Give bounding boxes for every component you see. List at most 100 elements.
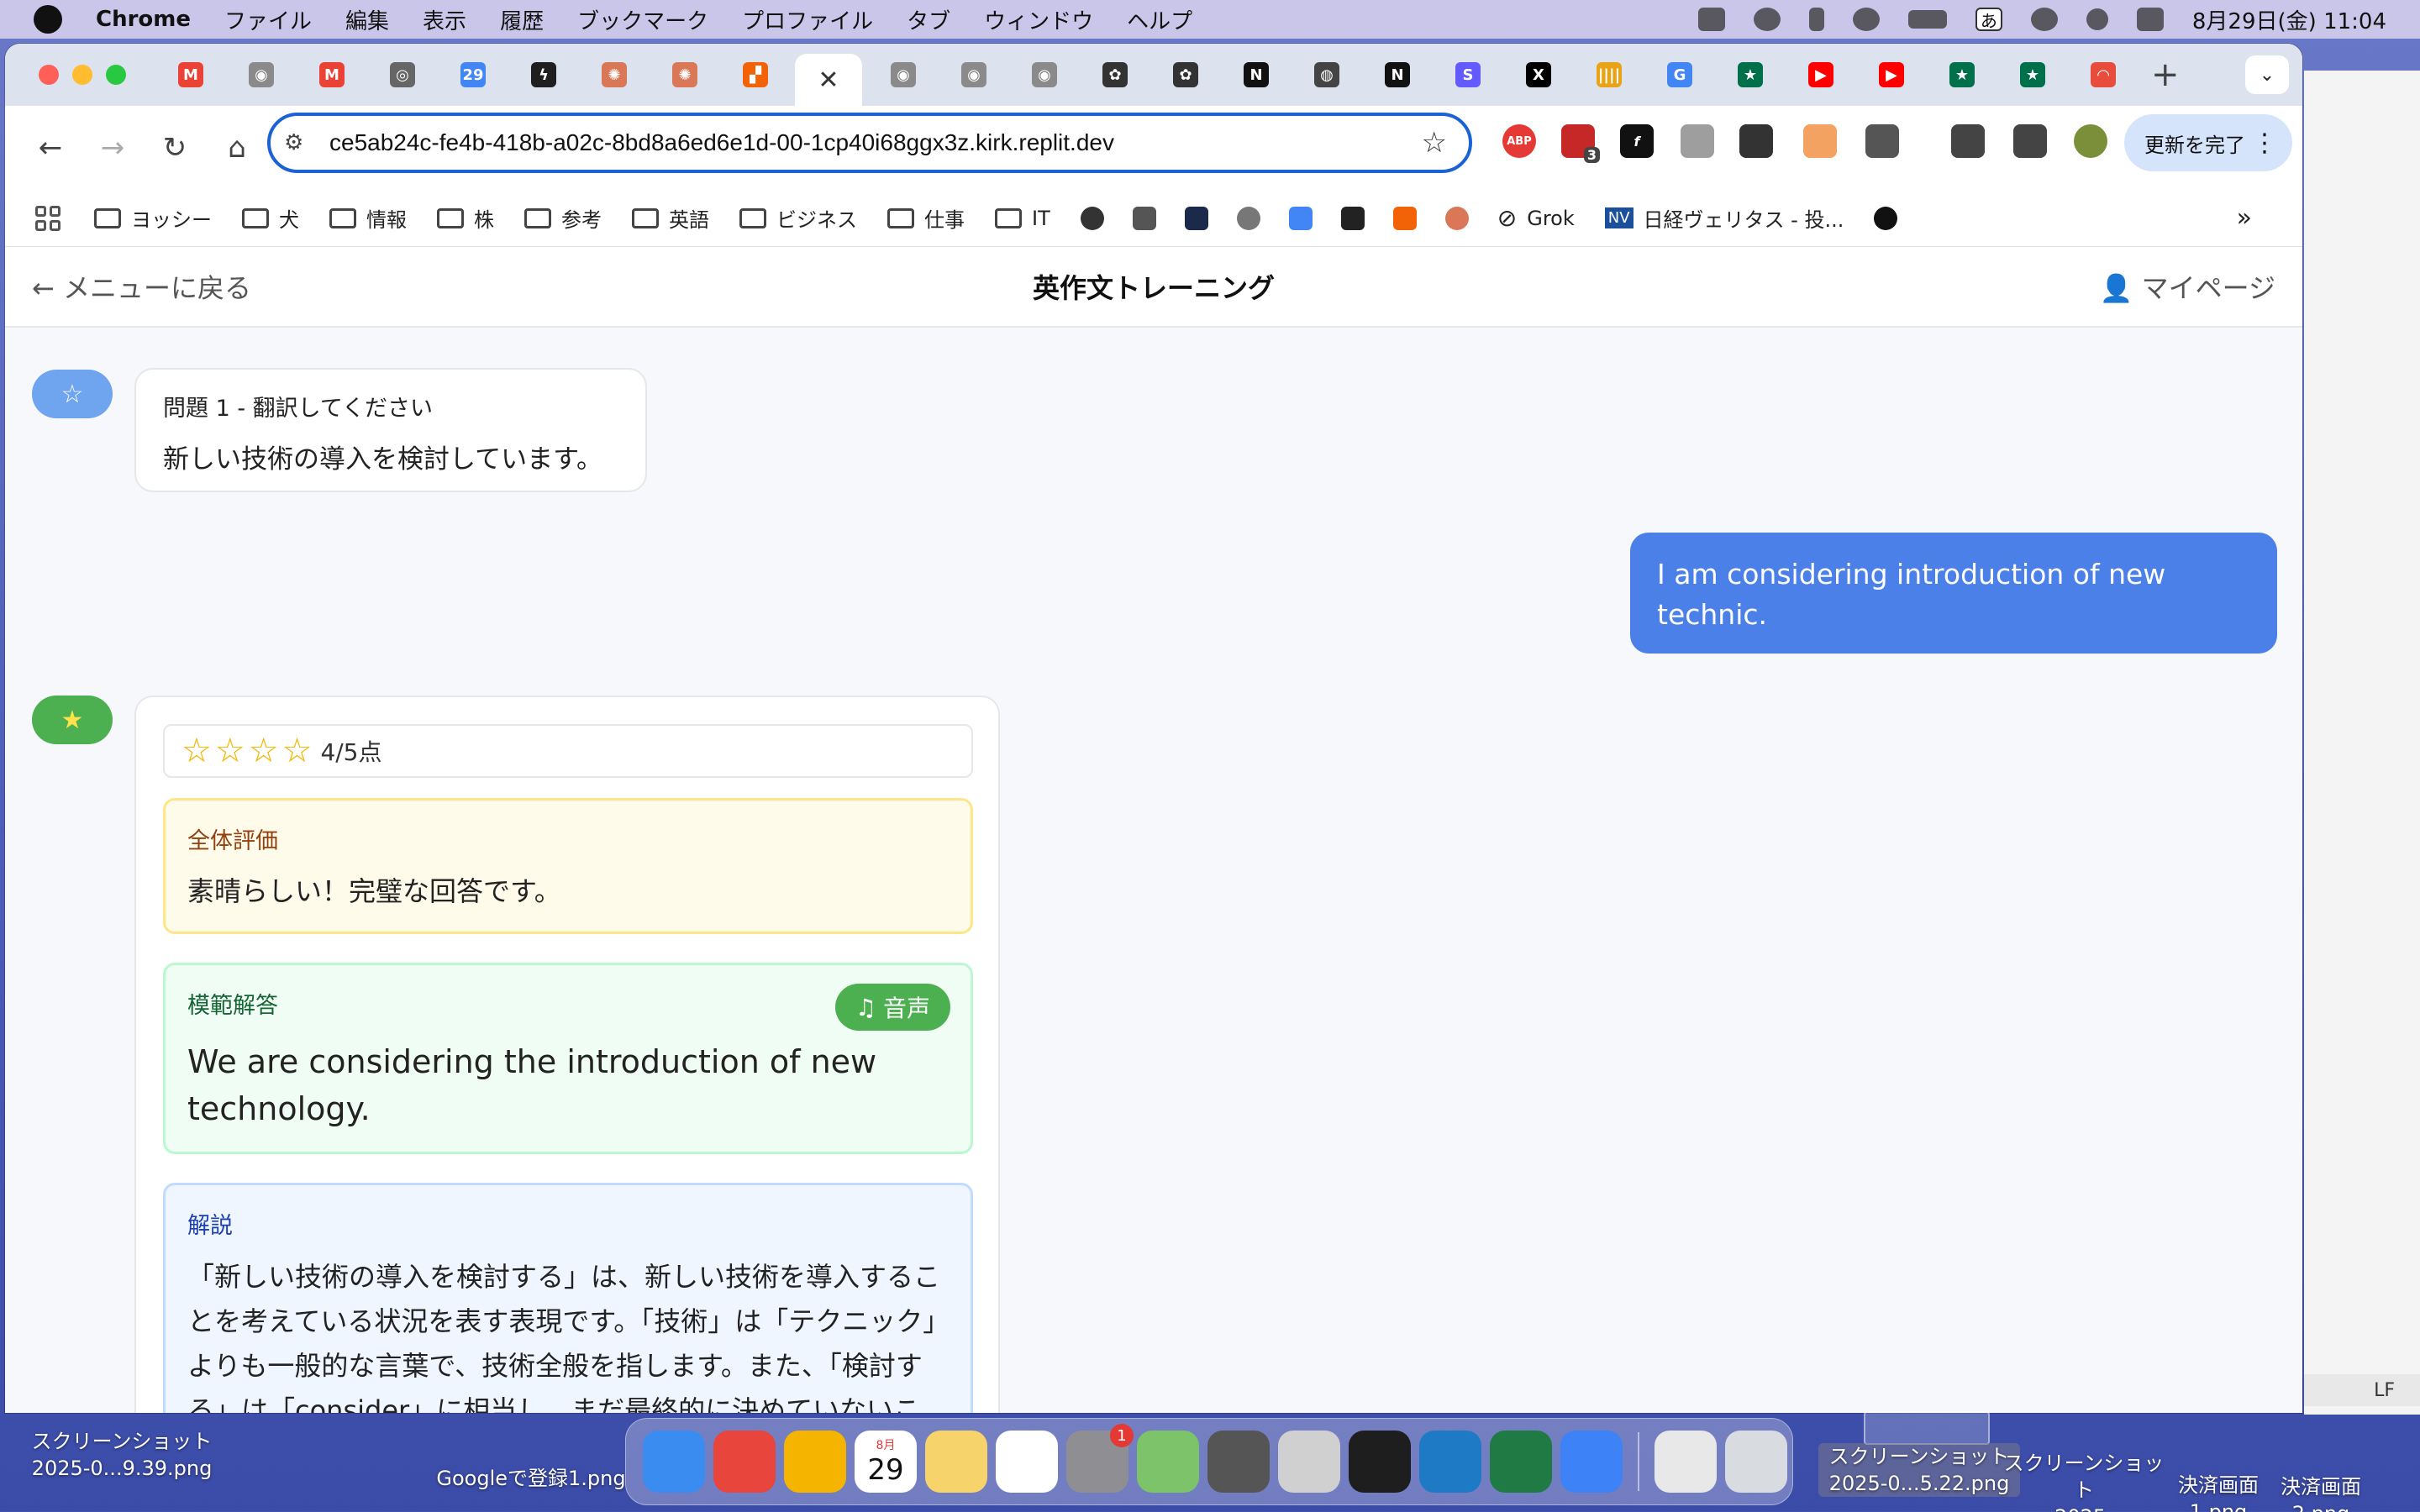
adblock-extension-icon[interactable]: ABP xyxy=(1502,124,1536,158)
audio-play-button[interactable]: ♫ 音声 xyxy=(834,984,950,1031)
replit-icon[interactable]: ▞ xyxy=(743,62,768,87)
gmail-icon[interactable]: M xyxy=(319,62,345,87)
google-icon[interactable]: G xyxy=(1667,62,1692,87)
time-machine-icon[interactable] xyxy=(1852,8,1880,31)
calendar-icon[interactable]: 8月 29 xyxy=(855,1431,917,1493)
wifi-icon[interactable] xyxy=(2030,8,2058,31)
camera-icon[interactable]: ◉ xyxy=(1032,62,1057,87)
close-window-button[interactable] xyxy=(39,65,59,85)
close-tab-icon[interactable]: ✕ xyxy=(818,66,839,95)
menu-app-name[interactable]: Chrome xyxy=(96,7,191,32)
camera-icon[interactable]: ◉ xyxy=(891,62,916,87)
chatgpt-icon[interactable]: ✿ xyxy=(1173,62,1198,87)
input-mode-icon[interactable]: あ xyxy=(1975,8,2002,31)
system-settings-icon[interactable]: 1 xyxy=(1066,1424,1134,1493)
camera-icon[interactable]: ◉ xyxy=(249,62,274,87)
notion-icon[interactable]: N xyxy=(1244,62,1269,87)
replit-bookmark-icon[interactable] xyxy=(1392,206,1417,230)
bookmark-nikkei[interactable]: NV 日経ヴェリタス - 投... xyxy=(1604,203,1844,233)
trash-icon[interactable] xyxy=(1725,1431,1787,1493)
forward-button[interactable]: → xyxy=(96,131,129,165)
bookmark-folder[interactable]: 参考 xyxy=(524,203,602,233)
camera-extension-icon[interactable] xyxy=(1681,124,1714,158)
bookmark-folder[interactable]: 仕事 xyxy=(887,203,965,233)
puzzle-extensions-icon[interactable] xyxy=(1865,124,1899,158)
chrome-icon[interactable] xyxy=(713,1431,776,1493)
instruments-icon[interactable] xyxy=(1278,1431,1340,1493)
media-controls-icon[interactable] xyxy=(2013,124,2047,158)
refresh-circle-icon[interactable]: ◎ xyxy=(390,62,415,87)
stripe-icon[interactable]: S xyxy=(1455,62,1481,87)
youtube-icon[interactable]: ▶ xyxy=(1808,62,1833,87)
camera-icon[interactable]: ◉ xyxy=(961,62,986,87)
claude-icon[interactable]: ✺ xyxy=(672,62,697,87)
site-info-icon[interactable]: ⚙ xyxy=(284,130,318,155)
bolt-icon[interactable]: ϟ xyxy=(531,62,556,87)
home-bookmark-icon[interactable] xyxy=(1132,206,1156,230)
maps-icon[interactable] xyxy=(1137,1431,1199,1493)
bookmarks-overflow-button[interactable]: » xyxy=(2237,203,2252,233)
new-tab-button[interactable]: + xyxy=(2151,55,2180,94)
iphone-mirroring-icon[interactable] xyxy=(1560,1431,1623,1493)
bookmark-grok[interactable]: ⊘ Grok xyxy=(1497,204,1575,232)
bookmark-folder[interactable]: ヨッシー xyxy=(94,203,212,233)
bookmark-folder[interactable]: ビジネス xyxy=(739,203,857,233)
menu-file[interactable]: ファイル xyxy=(224,4,312,35)
vscode-icon[interactable] xyxy=(1419,1431,1481,1493)
bookmark-folder[interactable]: 株 xyxy=(437,203,494,233)
bookmark-star-icon[interactable]: ☆ xyxy=(1422,126,1447,160)
desktop-file[interactable]: Googleで登録1.png xyxy=(430,1465,632,1492)
battery-icon[interactable] xyxy=(1907,10,1947,29)
calendar-icon[interactable]: 29 xyxy=(460,62,486,87)
menu-tab[interactable]: タブ xyxy=(907,4,950,35)
bluetooth-icon[interactable] xyxy=(1808,8,1824,31)
zoom-window-button[interactable] xyxy=(106,65,126,85)
perplexity-bookmark-icon[interactable] xyxy=(1236,206,1260,230)
file-preview-icon[interactable] xyxy=(1655,1431,1717,1493)
menu-profiles[interactable]: プロファイル xyxy=(742,4,873,35)
back-button[interactable]: ← xyxy=(34,131,67,165)
gmail-icon[interactable]: M xyxy=(178,62,203,87)
rainbow-icon[interactable]: ◠ xyxy=(2091,62,2116,87)
globe-icon[interactable]: ◍ xyxy=(1314,62,1339,87)
play-icon[interactable] xyxy=(1753,8,1781,31)
drive-icon[interactable] xyxy=(1697,8,1725,31)
bookmark-folder[interactable]: IT xyxy=(995,207,1050,230)
menu-bookmarks[interactable]: ブックマーク xyxy=(577,4,708,35)
desktop-file[interactable]: スクリーンショット 2025-0...9.39.png xyxy=(25,1428,218,1482)
desktop-file[interactable]: 決済画面2.png xyxy=(2254,1473,2388,1512)
excel-icon[interactable] xyxy=(1490,1431,1552,1493)
menu-edit[interactable]: 編集 xyxy=(345,4,389,35)
bookmark-folder[interactable]: 犬 xyxy=(242,203,299,233)
hexagon-bookmark-icon[interactable] xyxy=(1184,206,1208,230)
menu-window[interactable]: ウィンドウ xyxy=(984,4,1093,35)
podcast-bookmark-icon[interactable] xyxy=(1874,206,1898,230)
chatgpt-icon[interactable]: ✿ xyxy=(1102,62,1128,87)
x-icon[interactable]: X xyxy=(1526,62,1551,87)
extension-badge-icon[interactable]: 3 xyxy=(1561,124,1600,163)
desktop-file[interactable]: スクリーンショット 2025-0...5.22.png xyxy=(1818,1443,2020,1497)
address-bar[interactable]: ⚙ ce5ab24c-fe4b-418b-a02c-8bd8a6ed6e1d-0… xyxy=(267,113,1472,173)
url-text[interactable]: ce5ab24c-fe4b-418b-a02c-8bd8a6ed6e1d-00-… xyxy=(329,129,1114,156)
stripes-icon[interactable]: |||| xyxy=(1597,62,1622,87)
doc-extension-icon[interactable] xyxy=(1803,124,1837,158)
menubar-clock[interactable]: 8月29日(金) 11:04 xyxy=(2192,4,2386,35)
menu-help[interactable]: ヘルプ xyxy=(1127,4,1192,35)
claude-icon[interactable]: ✺ xyxy=(602,62,627,87)
apps-grid-icon[interactable] xyxy=(35,205,60,231)
chatgpt-bookmark-icon[interactable] xyxy=(1080,206,1104,230)
claude-bookmark-icon[interactable] xyxy=(1444,206,1469,230)
freeform-icon[interactable] xyxy=(996,1431,1058,1493)
download-icon[interactable] xyxy=(1951,124,1985,158)
function-extension-icon[interactable]: f xyxy=(1620,124,1654,158)
menu-view[interactable]: 表示 xyxy=(423,4,466,35)
minimize-window-button[interactable] xyxy=(72,65,92,85)
notes-icon[interactable] xyxy=(925,1431,987,1493)
bookmark-folder[interactable]: 英語 xyxy=(632,203,709,233)
update-chrome-button[interactable]: 更新を完了 ⋮ xyxy=(2124,114,2292,171)
desktop-thumbnail[interactable] xyxy=(1864,1411,1990,1445)
terminal-icon[interactable] xyxy=(1349,1431,1411,1493)
menu-history[interactable]: 履歴 xyxy=(500,4,544,35)
home-button[interactable]: ⌂ xyxy=(220,131,254,165)
control-center-icon[interactable] xyxy=(2136,8,2164,31)
